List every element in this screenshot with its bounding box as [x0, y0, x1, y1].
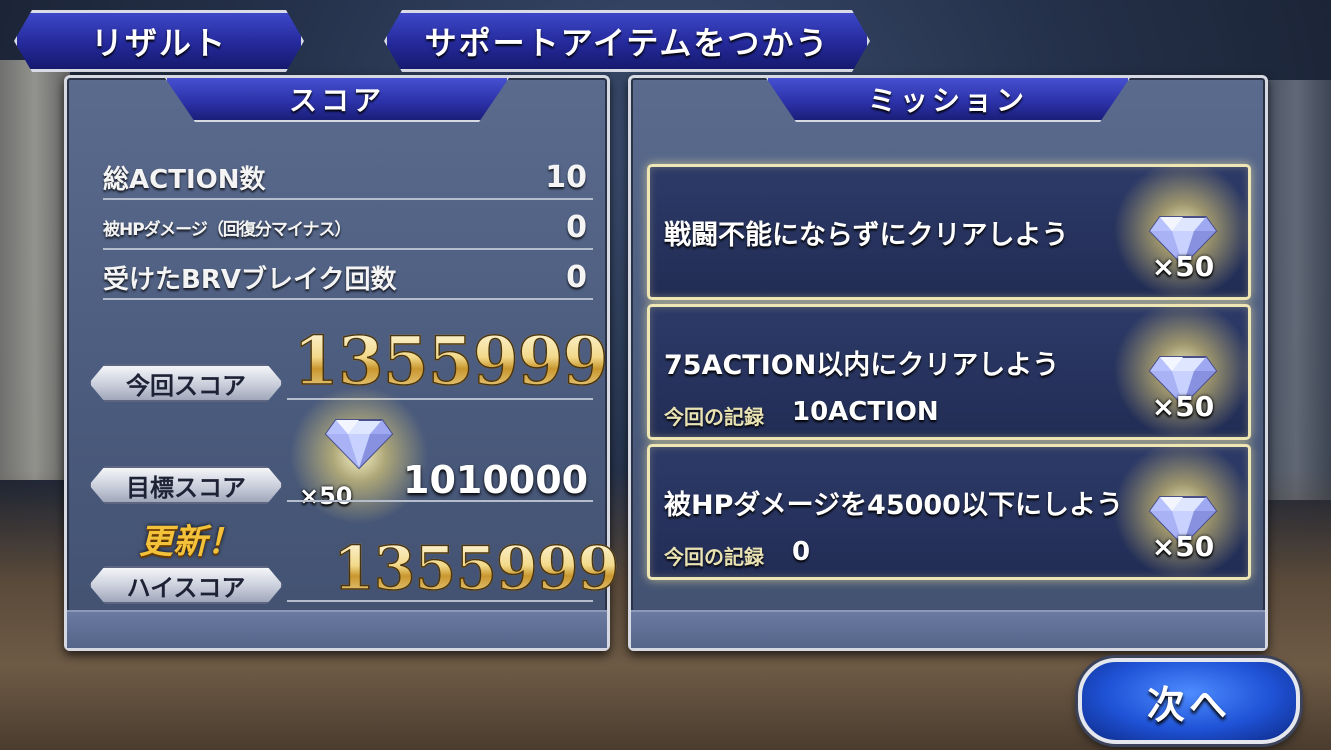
stat-value: 0 [566, 259, 587, 295]
record-label: 今回の記録 [664, 405, 764, 429]
stat-label: 受けたBRVブレイク回数 [103, 264, 397, 295]
tab-result[interactable]: リザルト [14, 10, 304, 72]
high-score-value: 1355999 [332, 533, 620, 605]
record-value: 0 [792, 537, 811, 567]
mission-panel-header: ミッション [766, 78, 1130, 122]
stat-row-total-actions: 総ACTION数 10 [103, 156, 593, 200]
stat-label: 総ACTION数 [103, 164, 266, 195]
stat-row-hp-damage: 被HPダメージ（回復分マイナス） 0 [103, 206, 593, 250]
mission-card: 戦闘不能にならずにクリアしよう ×50 [647, 155, 1258, 305]
stat-label: 被HPダメージ（回復分マイナス） [103, 219, 351, 240]
background-pillar-left [0, 60, 70, 480]
current-score-label: 今回スコア [89, 364, 283, 402]
mission-card: 75ACTION以内にクリアしよう 今回の記録 10ACTION ×50 [647, 295, 1258, 445]
mission-reward: ×50 [1108, 155, 1258, 305]
stat-row-brv-break: 受けたBRVブレイク回数 0 [103, 256, 593, 300]
tab-support-item[interactable]: サポートアイテムをつかう [384, 10, 870, 72]
score-divider [287, 500, 593, 502]
score-panel-header: スコア [165, 78, 509, 122]
mission-panel-footer [631, 610, 1265, 648]
high-score-label: ハイスコア [89, 566, 283, 604]
score-divider [287, 600, 593, 602]
mission-card: 被HPダメージを45000以下にしよう 今回の記録 0 ×50 [647, 435, 1258, 585]
stat-value: 0 [566, 209, 587, 245]
score-panel: スコア 総ACTION数 10 被HPダメージ（回復分マイナス） 0 受けたBR… [64, 75, 620, 651]
record-value: 10ACTION [792, 397, 939, 427]
target-score-value: 1010000 [403, 458, 589, 502]
stat-value: 10 [545, 159, 587, 195]
mission-description: 75ACTION以内にクリアしよう [664, 350, 1060, 381]
reward-quantity: ×50 [299, 482, 353, 510]
diamond-gem-icon [324, 419, 394, 470]
mission-description: 被HPダメージを45000以下にしよう [664, 490, 1123, 521]
mission-panel: ミッション 戦闘不能にならずにクリアしよう ×50 75ACTION以内にクリア… [628, 75, 1268, 651]
reward-quantity: ×50 [1151, 530, 1215, 563]
mission-reward: ×50 [1108, 295, 1258, 445]
record-label: 今回の記録 [664, 545, 764, 569]
score-panel-footer [67, 610, 607, 648]
mission-description: 戦闘不能にならずにクリアしよう [664, 220, 1069, 251]
target-reward: ×50 [284, 380, 434, 530]
target-score-label: 目標スコア [89, 466, 283, 504]
updated-badge: 更新！ [139, 522, 241, 562]
reward-quantity: ×50 [1151, 250, 1215, 283]
mission-reward: ×50 [1108, 435, 1258, 585]
next-button[interactable]: 次へ [1078, 658, 1300, 744]
background-pillar-right [1261, 80, 1331, 500]
reward-quantity: ×50 [1151, 390, 1215, 423]
